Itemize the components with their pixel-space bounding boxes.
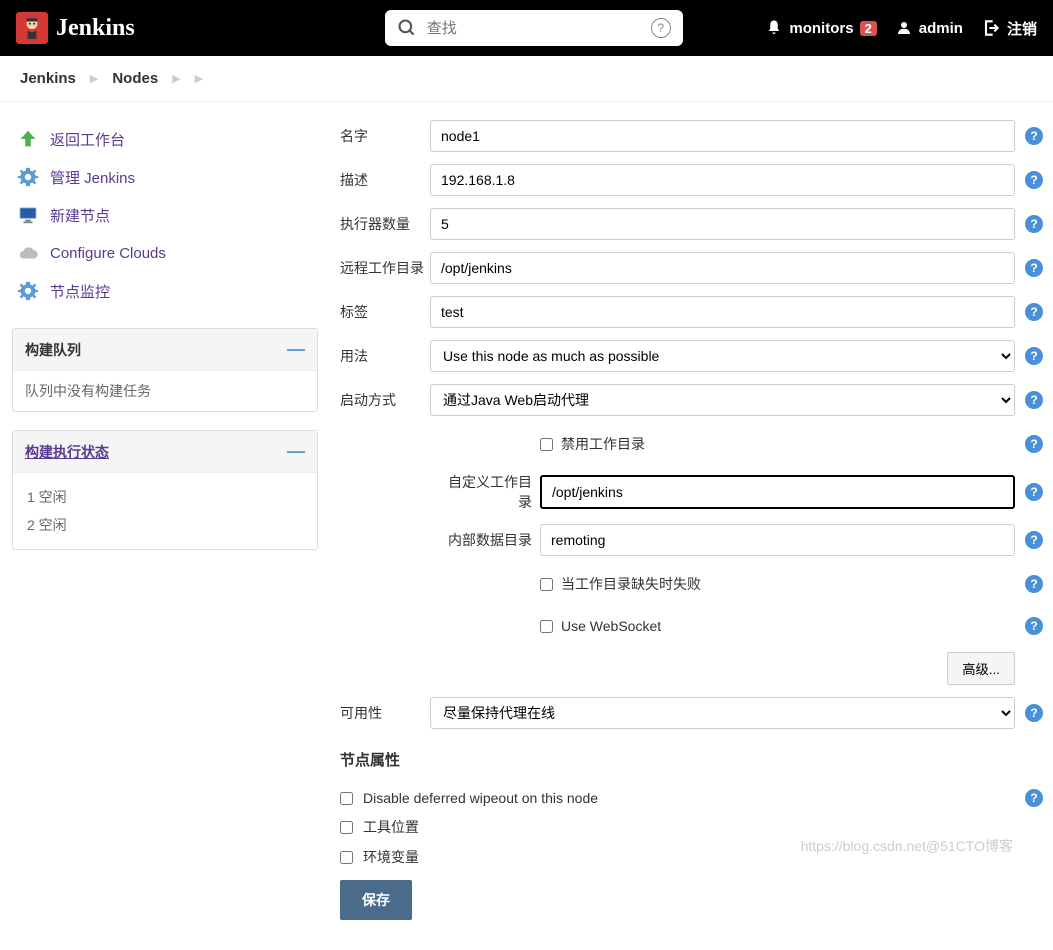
save-button[interactable]: 保存	[340, 880, 412, 920]
chevron-right-icon: ▶	[195, 72, 203, 85]
jenkins-logo-icon	[16, 12, 48, 44]
breadcrumb: Jenkins ▶ Nodes ▶ ▶	[0, 56, 1053, 102]
fail-missing-checkbox[interactable]	[540, 578, 553, 591]
launch-select[interactable]: 通过Java Web启动代理	[430, 384, 1015, 416]
labels-input[interactable]	[430, 296, 1015, 328]
panel-title: 构建队列	[25, 340, 81, 360]
help-icon[interactable]: ?	[1025, 704, 1043, 722]
header-bar: Jenkins ? monitors 2 admin 注销	[0, 0, 1053, 56]
help-icon[interactable]: ?	[1025, 435, 1043, 453]
panel-title-link[interactable]: 构建执行状态	[25, 442, 109, 462]
tool-location-label: 工具位置	[363, 817, 419, 837]
internal-data-label: 内部数据目录	[440, 530, 540, 550]
search-input[interactable]	[427, 20, 651, 37]
sidebar-item-monitor[interactable]: 节点监控	[12, 272, 318, 310]
up-arrow-icon	[16, 127, 40, 151]
node-props-title: 节点属性	[340, 749, 1043, 770]
internal-data-input[interactable]	[540, 524, 1015, 556]
help-icon[interactable]: ?	[1025, 259, 1043, 277]
breadcrumb-jenkins[interactable]: Jenkins	[20, 70, 76, 87]
desc-input[interactable]	[430, 164, 1015, 196]
monitors-label: monitors	[789, 20, 853, 37]
websocket-checkbox[interactable]	[540, 620, 553, 633]
chevron-right-icon: ▶	[90, 72, 98, 85]
help-icon[interactable]: ?	[1025, 127, 1043, 145]
sidebar-item-new-node[interactable]: 新建节点	[12, 196, 318, 234]
logout-icon	[981, 18, 1001, 38]
usage-select[interactable]: Use this node as much as possible	[430, 340, 1015, 372]
sidebar-item-label: 节点监控	[50, 281, 110, 302]
labels-label: 标签	[340, 302, 430, 322]
logout-button[interactable]: 注销	[981, 18, 1037, 39]
breadcrumb-nodes[interactable]: Nodes	[112, 70, 158, 87]
usage-label: 用法	[340, 346, 430, 366]
search-help-icon[interactable]: ?	[651, 18, 671, 38]
user-button[interactable]: admin	[895, 19, 963, 37]
help-icon[interactable]: ?	[1025, 391, 1043, 409]
executor-status-panel: 构建执行状态 — 1 空闲 2 空闲	[12, 430, 318, 550]
availability-label: 可用性	[340, 703, 430, 723]
monitor-icon	[16, 203, 40, 227]
sidebar-item-back[interactable]: 返回工作台	[12, 120, 318, 158]
env-vars-label: 环境变量	[363, 847, 419, 867]
brand-text: Jenkins	[56, 15, 135, 42]
executor-item: 1 空闲	[25, 483, 305, 511]
help-icon[interactable]: ?	[1025, 215, 1043, 233]
availability-select[interactable]: 尽量保持代理在线	[430, 697, 1015, 729]
user-icon	[895, 19, 913, 37]
disable-wipeout-checkbox[interactable]	[340, 792, 353, 805]
jenkins-logo[interactable]: Jenkins	[16, 12, 135, 44]
help-icon[interactable]: ?	[1025, 171, 1043, 189]
help-icon[interactable]: ?	[1025, 789, 1043, 807]
bell-icon	[765, 19, 783, 37]
disable-workdir-checkbox[interactable]	[540, 438, 553, 451]
help-icon[interactable]: ?	[1025, 617, 1043, 635]
queue-empty: 队列中没有构建任务	[13, 371, 317, 411]
collapse-icon[interactable]: —	[287, 339, 305, 360]
launch-label: 启动方式	[340, 390, 430, 410]
custom-workdir-input[interactable]	[540, 475, 1015, 509]
help-icon[interactable]: ?	[1025, 575, 1043, 593]
help-icon[interactable]: ?	[1025, 303, 1043, 321]
custom-workdir-label: 自定义工作目录	[440, 472, 540, 512]
chevron-right-icon: ▶	[172, 72, 180, 85]
executors-input[interactable]	[430, 208, 1015, 240]
search-icon	[397, 18, 417, 38]
desc-label: 描述	[340, 170, 430, 190]
collapse-icon[interactable]: —	[287, 441, 305, 462]
sidebar-item-manage[interactable]: 管理 Jenkins	[12, 158, 318, 196]
gear-icon	[16, 279, 40, 303]
remote-input[interactable]	[430, 252, 1015, 284]
sidebar-item-clouds[interactable]: Configure Clouds	[12, 234, 318, 272]
disable-wipeout-label: Disable deferred wipeout on this node	[363, 790, 1015, 806]
help-icon[interactable]: ?	[1025, 531, 1043, 549]
name-input[interactable]	[430, 120, 1015, 152]
disable-workdir-label: 禁用工作目录	[561, 434, 1015, 454]
sidebar-item-label: 管理 Jenkins	[50, 167, 135, 188]
gear-icon	[16, 165, 40, 189]
advanced-button[interactable]: 高级...	[947, 652, 1015, 685]
executor-item: 2 空闲	[25, 511, 305, 539]
help-icon[interactable]: ?	[1025, 347, 1043, 365]
search-box[interactable]: ?	[385, 10, 683, 46]
sidebar-item-label: 新建节点	[50, 205, 110, 226]
remote-label: 远程工作目录	[340, 258, 430, 278]
user-name: admin	[919, 20, 963, 37]
env-vars-checkbox[interactable]	[340, 851, 353, 864]
monitors-button[interactable]: monitors 2	[765, 19, 876, 37]
build-queue-panel: 构建队列 — 队列中没有构建任务	[12, 328, 318, 412]
main-content: 名字 ? 描述 ? 执行器数量 ? 远程工作目录 ? 标签 ? 用法 Use t…	[330, 110, 1053, 950]
name-label: 名字	[340, 126, 430, 146]
cloud-icon	[16, 241, 40, 265]
tool-location-checkbox[interactable]	[340, 821, 353, 834]
fail-missing-label: 当工作目录缺失时失败	[561, 574, 1015, 594]
sidebar-item-label: 返回工作台	[50, 129, 125, 150]
sidebar: 返回工作台 管理 Jenkins 新建节点 Configure Clouds 节…	[0, 110, 330, 950]
monitors-badge: 2	[860, 21, 877, 36]
logout-label: 注销	[1007, 18, 1037, 39]
help-icon[interactable]: ?	[1025, 483, 1043, 501]
sidebar-item-label: Configure Clouds	[50, 245, 166, 262]
executors-label: 执行器数量	[340, 214, 430, 234]
websocket-label: Use WebSocket	[561, 618, 1015, 634]
